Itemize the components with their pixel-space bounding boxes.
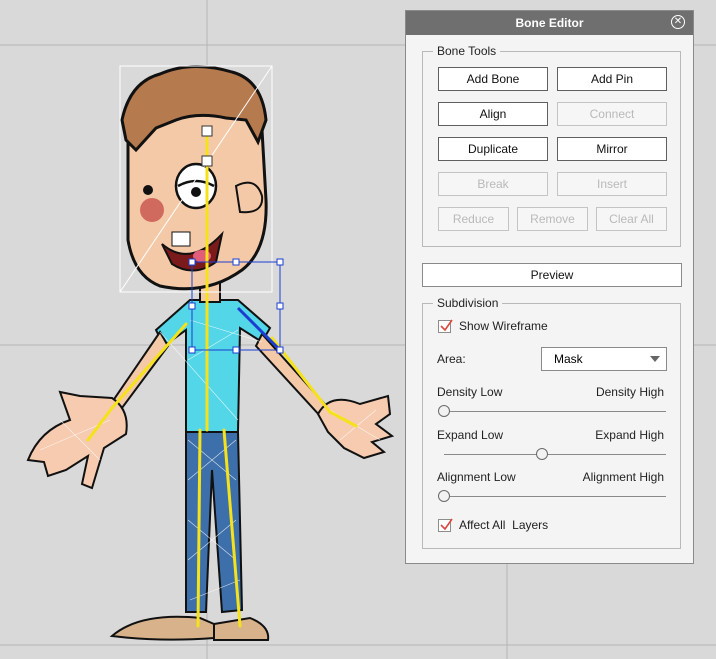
preview-button[interactable]: Preview xyxy=(422,263,682,287)
close-icon[interactable]: ✕ xyxy=(671,15,685,29)
alignment-high-label: Alignment High xyxy=(582,470,664,484)
bone-tools-legend: Bone Tools xyxy=(437,44,497,58)
density-low-label: Density Low xyxy=(437,385,503,399)
alignment-low-label: Alignment Low xyxy=(437,470,516,484)
alignment-slider-thumb[interactable] xyxy=(438,490,450,502)
expand-high-label: Expand High xyxy=(595,428,664,442)
connect-button[interactable]: Connect xyxy=(557,102,667,126)
alignment-slider-track[interactable] xyxy=(444,496,666,497)
break-button[interactable]: Break xyxy=(438,172,548,196)
area-select[interactable]: Mask xyxy=(541,347,667,371)
clear-all-button[interactable]: Clear All xyxy=(596,207,667,231)
expand-slider-track[interactable] xyxy=(444,454,666,455)
affect-all-layers-checkbox[interactable] xyxy=(438,518,453,532)
density-high-label: Density High xyxy=(595,385,664,399)
density-slider-thumb[interactable] xyxy=(438,405,450,417)
area-select-value: Mask xyxy=(554,352,583,366)
affect-all-layers-label: Affect All Layers xyxy=(459,518,549,532)
insert-button[interactable]: Insert xyxy=(557,172,667,196)
character[interactable] xyxy=(26,64,395,641)
reduce-button[interactable]: Reduce xyxy=(438,207,509,231)
mirror-button[interactable]: Mirror xyxy=(557,137,667,161)
area-label: Area: xyxy=(437,352,466,366)
remove-button[interactable]: Remove xyxy=(517,207,588,231)
bone-editor-panel: Bone Editor ✕ Bone Tools Add Bone Add Pi… xyxy=(405,10,694,564)
chevron-down-icon xyxy=(650,356,660,362)
show-wireframe-label: Show Wireframe xyxy=(459,319,548,333)
checkmark-icon xyxy=(440,518,453,531)
align-button[interactable]: Align xyxy=(438,102,548,126)
panel-title: Bone Editor xyxy=(406,11,693,35)
density-slider-track[interactable] xyxy=(444,411,666,412)
subdivision-group: Subdivision xyxy=(422,296,681,549)
checkmark-icon xyxy=(440,319,453,332)
add-pin-button[interactable]: Add Pin xyxy=(557,67,667,91)
subdivision-legend: Subdivision xyxy=(437,296,499,310)
show-wireframe-checkbox[interactable] xyxy=(438,319,453,333)
expand-slider-thumb[interactable] xyxy=(535,448,548,460)
add-bone-button[interactable]: Add Bone xyxy=(438,67,548,91)
expand-low-label: Expand Low xyxy=(437,428,504,442)
duplicate-button[interactable]: Duplicate xyxy=(438,137,548,161)
